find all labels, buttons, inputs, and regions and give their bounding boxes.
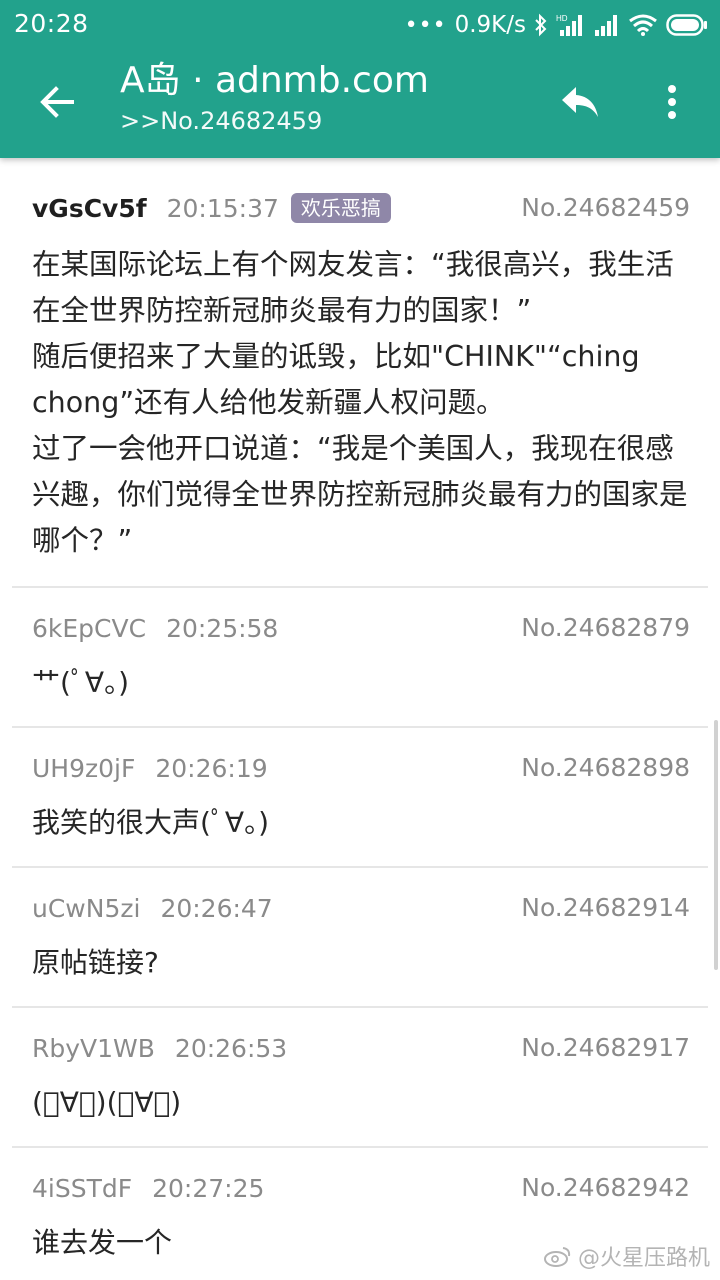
title-group: A岛 · adnmb.com >>No.24682459 [120, 58, 540, 138]
weibo-icon [543, 1247, 571, 1267]
wifi-icon [628, 13, 658, 37]
category-tag[interactable]: 欢乐恶搞 [290, 193, 391, 223]
thread-id-subtitle: >>No.24682459 [120, 107, 323, 135]
post-uid[interactable]: 4iSSTdF [32, 1174, 132, 1203]
post-content: 我笑的很大声(ﾟ∀。) [32, 806, 270, 839]
bluetooth-icon [534, 13, 548, 37]
network-speed: 0.9K/s [454, 12, 526, 38]
svg-text:HD: HD [556, 14, 568, 23]
thread-list[interactable]: vGsCv5f 20:15:37 欢乐恶搞 No.24682459 在某国际论坛… [0, 158, 720, 1280]
scrollbar[interactable] [714, 720, 718, 970]
more-vert-icon [668, 85, 676, 119]
post-number[interactable]: No.24682459 [521, 188, 690, 228]
post-number[interactable]: No.24682917 [521, 1028, 690, 1068]
post-uid[interactable]: uCwN5zi [32, 894, 140, 923]
post-time: 20:26:47 [160, 893, 273, 923]
post-meta: RbyV1WB 20:26:53 No.24682917 [32, 1028, 690, 1068]
post-meta: 6kEpCVC 20:25:58 No.24682879 [32, 608, 690, 648]
post-uid[interactable]: UH9z0jF [32, 754, 135, 783]
reply-post[interactable]: UH9z0jF 20:26:19 No.24682898 我笑的很大声(ﾟ∀。) [12, 728, 708, 868]
status-icons: ••• 0.9K/s HD [405, 9, 708, 41]
post-meta: vGsCv5f 20:15:37 欢乐恶搞 No.24682459 [32, 188, 690, 228]
post-number[interactable]: No.24682942 [521, 1168, 690, 1208]
battery-icon [666, 14, 708, 36]
reply-button[interactable] [552, 74, 608, 130]
post-content: 原帖链接? [32, 946, 159, 979]
post-meta: UH9z0jF 20:26:19 No.24682898 [32, 748, 690, 788]
content-line: 在某国际论坛上有个网友发言：“我很高兴，我生活在全世界防控新冠肺炎最有力的国家！… [32, 248, 674, 327]
post-number[interactable]: No.24682914 [521, 888, 690, 928]
header: 20:28 ••• 0.9K/s HD A岛 · adnmb.com >>No.… [0, 0, 720, 158]
post-uid[interactable]: vGsCv5f [32, 194, 147, 223]
op-post[interactable]: vGsCv5f 20:15:37 欢乐恶搞 No.24682459 在某国际论坛… [12, 158, 708, 588]
post-time: 20:26:19 [155, 753, 268, 783]
reply-post[interactable]: RbyV1WB 20:26:53 No.24682917 (ﾟ∀。)(ﾟ∀。) [12, 1008, 708, 1148]
post-time: 20:26:53 [174, 1033, 288, 1063]
post-time: 20:15:37 [166, 193, 279, 223]
arrow-back-icon [40, 86, 74, 118]
more-options-button[interactable] [646, 74, 698, 130]
post-content: 艹(ﾟ∀。) [32, 666, 130, 699]
watermark: @火星压路机 [543, 1240, 710, 1272]
reply-post[interactable]: uCwN5zi 20:26:47 No.24682914 原帖链接? [12, 868, 708, 1008]
dots-icon: ••• [404, 12, 447, 38]
status-bar: 20:28 ••• 0.9K/s HD [0, 0, 720, 50]
reply-post[interactable]: 6kEpCVC 20:25:58 No.24682879 艹(ﾟ∀。) [12, 588, 708, 728]
post-time: 20:25:58 [166, 613, 279, 643]
post-content: 在某国际论坛上有个网友发言：“我很高兴，我生活在全世界防控新冠肺炎最有力的国家！… [32, 242, 690, 564]
signal-icon [594, 13, 620, 37]
app-bar: A岛 · adnmb.com >>No.24682459 [0, 50, 720, 158]
watermark-text: @火星压路机 [577, 1246, 710, 1271]
content-line: 过了一会他开口说道：“我是个美国人，我现在很感兴趣，你们觉得全世界防控新冠肺炎最… [32, 432, 688, 557]
reply-icon [562, 87, 598, 117]
post-content: (ﾟ∀。)(ﾟ∀。) [32, 1086, 182, 1119]
post-number[interactable]: No.24682879 [521, 608, 690, 648]
post-time: 20:27:25 [152, 1173, 265, 1203]
post-meta: uCwN5zi 20:26:47 No.24682914 [32, 888, 690, 928]
signal-hd-icon: HD [556, 12, 586, 38]
post-meta: 4iSSTdF 20:27:25 No.24682942 [32, 1168, 690, 1208]
post-uid[interactable]: RbyV1WB [32, 1034, 155, 1063]
post-number[interactable]: No.24682898 [521, 748, 690, 788]
app-title: A岛 · adnmb.com [120, 60, 429, 101]
post-uid[interactable]: 6kEpCVC [32, 614, 146, 643]
status-time: 20:28 [14, 9, 89, 38]
content-line: 随后便招来了大量的诋毁，比如"CHINK"“ching chong”还有人给他发… [32, 340, 640, 419]
back-button[interactable] [28, 74, 84, 130]
